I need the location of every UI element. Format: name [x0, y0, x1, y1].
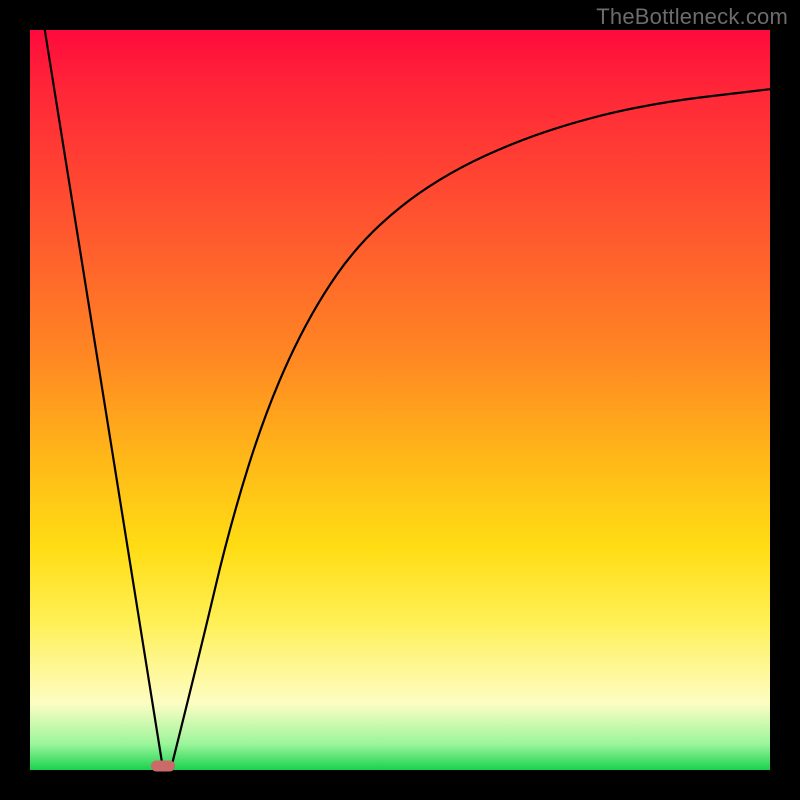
watermark-text: TheBottleneck.com [596, 4, 788, 30]
left-slope-line [45, 30, 163, 770]
plot-area [30, 30, 770, 770]
right-curve-line [171, 89, 770, 770]
optimum-marker [151, 761, 175, 772]
chart-frame: TheBottleneck.com [0, 0, 800, 800]
curve-layer [30, 30, 770, 770]
